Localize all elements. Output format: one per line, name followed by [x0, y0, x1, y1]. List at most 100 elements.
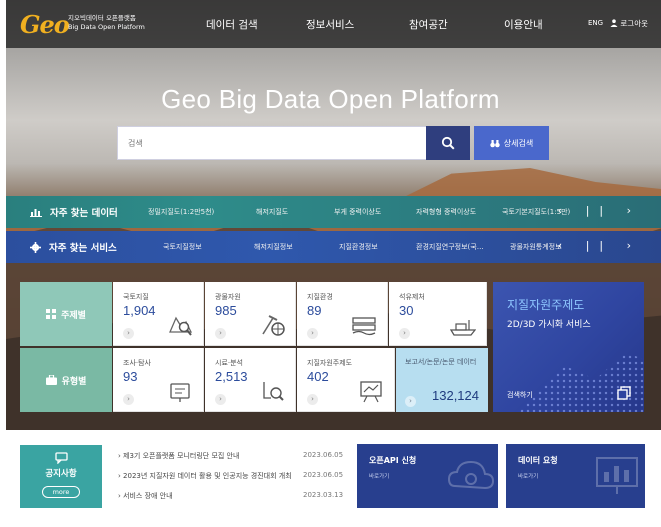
- search-icon: [441, 136, 455, 150]
- frequent-data-item[interactable]: 정밀지질도(1:2만5천): [148, 207, 214, 217]
- frequent-data-label: 자주 찾는 데이터: [50, 208, 118, 219]
- advanced-search-button[interactable]: 상세검색: [474, 126, 549, 160]
- chevron-right-icon[interactable]: ›: [307, 394, 318, 405]
- bar-chart-icon: [30, 209, 42, 217]
- category-theme-label: 주제별: [61, 310, 86, 321]
- report-card-count: 132,124: [432, 388, 479, 403]
- promo-link[interactable]: 검색하기: [507, 390, 533, 400]
- frequent-service-item[interactable]: 광물자원통계정보: [510, 242, 562, 252]
- card-label: 지질환경: [307, 293, 333, 301]
- chevron-right-icon[interactable]: ›: [123, 328, 134, 339]
- chevron-right-icon[interactable]: ›: [215, 394, 226, 405]
- card-label: 지질자원주제도: [307, 359, 353, 367]
- language-toggle[interactable]: ENG: [588, 19, 603, 27]
- theme-card-petroleum[interactable]: 석유제처 30 ›: [389, 282, 487, 346]
- search-box: [117, 126, 427, 160]
- copy-icon[interactable]: [617, 386, 631, 400]
- logo-line-english: Big Data Open Platform: [68, 23, 145, 31]
- card-count: 93: [123, 369, 138, 384]
- category-type[interactable]: 유형별: [20, 348, 112, 412]
- card-label: 광물자원: [215, 293, 241, 301]
- card-count: 402: [307, 369, 329, 384]
- frequent-services-label: 자주 찾는 서비스: [49, 243, 117, 254]
- type-card-theme-map[interactable]: 지질자원주제도 402 ›: [297, 348, 395, 412]
- frequent-data-item[interactable]: 해저지질도: [256, 207, 288, 217]
- data-request-card[interactable]: 데이터 요청 바로가기: [506, 444, 645, 508]
- notice-item-date: 2023.06.05: [301, 451, 344, 459]
- card-count: 89: [307, 303, 322, 318]
- notice-list: › 제3기 오픈플랫폼 모니터링단 모집 안내 2023.06.05 › 202…: [118, 451, 348, 511]
- binoculars-icon: [490, 139, 500, 147]
- chevron-right-icon[interactable]: ›: [215, 328, 226, 339]
- logo-mark: Geo: [20, 10, 70, 39]
- cloud-gear-icon: [447, 460, 495, 490]
- report-card-label: 보고서/논문/논문 데이터: [405, 358, 477, 366]
- frequent-services-bar: 자주 찾는 서비스 국토지질정보 해저지질정보 지질환경정보 환경지질연구정보(…: [6, 231, 661, 263]
- search-button[interactable]: [426, 126, 470, 160]
- category-type-label: 유형별: [61, 376, 87, 387]
- frequent-services-carousel-controls[interactable]: ‹ || ›: [558, 239, 641, 252]
- notice-item-title: › 2023년 지질자원 데이터 활용 및 인공지능 경진대회 개최: [118, 472, 292, 480]
- promo-title: 지질자원주제도: [507, 298, 585, 312]
- theme-card-national-geology[interactable]: 국토지질 1,904 ›: [113, 282, 204, 346]
- theme-card-geo-environment[interactable]: 지질환경 89 ›: [297, 282, 388, 346]
- notice-box[interactable]: 공지사항 more: [20, 445, 102, 508]
- frequent-data-item[interactable]: 부게 중력이상도: [334, 207, 381, 217]
- notice-item-title: › 서비스 장애 안내: [118, 492, 173, 500]
- chat-bubble-icon: [55, 452, 68, 464]
- oil-ship-icon: [450, 320, 476, 336]
- menu-participation[interactable]: 참여공간: [409, 17, 448, 32]
- card-label: 조사·탐사: [123, 359, 151, 367]
- user-icon: [610, 19, 618, 27]
- frequent-service-item[interactable]: 해저지질정보: [254, 242, 293, 252]
- chevron-right-icon[interactable]: ›: [123, 394, 134, 405]
- frequent-data-carousel-controls[interactable]: ‹ || ›: [558, 204, 641, 217]
- category-theme[interactable]: 주제별: [20, 282, 112, 346]
- menu-data-search[interactable]: 데이터 검색: [206, 17, 258, 32]
- top-navigation: Geo 지오빅데이터 오픈플랫폼 Big Data Open Platform …: [6, 0, 661, 48]
- type-card-sample-analysis[interactable]: 시료·분석 2,513 ›: [205, 348, 296, 412]
- frequent-data-item[interactable]: 자력형형 중력이상도: [416, 207, 476, 217]
- frequent-data-title: 자주 찾는 데이터: [30, 196, 118, 228]
- frequent-service-item[interactable]: 국토지질정보: [163, 242, 202, 252]
- notice-item[interactable]: › 2023년 지질자원 데이터 활용 및 인공지능 경진대회 개최 2023.…: [118, 471, 348, 491]
- open-api-sub: 바로가기: [369, 474, 390, 480]
- search-input[interactable]: [118, 127, 426, 159]
- type-card-survey[interactable]: 조사·탐사 93 ›: [113, 348, 204, 412]
- open-api-request-card[interactable]: 오픈API 신청 바로가기: [357, 444, 498, 508]
- promo-theme-map-visualization[interactable]: 지질자원주제도 2D/3D 가시화 서비스 검색하기: [493, 282, 644, 412]
- logout-button[interactable]: 로그아웃: [610, 18, 648, 29]
- card-label: 시료·분석: [215, 359, 243, 367]
- grid-icon: [46, 309, 57, 319]
- chevron-right-icon[interactable]: ›: [307, 328, 318, 339]
- monitor-chart-icon: [596, 457, 638, 494]
- frequent-service-item[interactable]: 환경지질연구정보(국…: [416, 242, 484, 252]
- chevron-right-icon[interactable]: ›: [405, 396, 416, 407]
- menu-info-service[interactable]: 정보서비스: [306, 17, 354, 32]
- logo[interactable]: Geo: [20, 10, 70, 39]
- theme-map-board-icon: [360, 381, 382, 403]
- theme-card-mineral[interactable]: 광물자원 985 ›: [205, 282, 296, 346]
- logo-text[interactable]: 지오빅데이터 오픈플랫폼 Big Data Open Platform: [68, 14, 145, 32]
- notice-item[interactable]: › 서비스 장애 안내 2023.03.13: [118, 491, 348, 511]
- sample-analysis-icon: [263, 382, 284, 401]
- survey-device-icon: [170, 383, 190, 402]
- data-request-title: 데이터 요청: [518, 456, 558, 465]
- card-count: 30: [399, 303, 414, 318]
- report-paper-data-card[interactable]: 보고서/논문/논문 데이터 › 132,124: [396, 348, 488, 412]
- promo-subtitle: 2D/3D 가시화 서비스: [507, 320, 591, 330]
- gear-icon: [30, 241, 41, 253]
- logo-line-korean: 지오빅데이터 오픈플랫폼: [68, 14, 136, 22]
- notice-title: 공지사항: [45, 469, 77, 479]
- notice-more-button[interactable]: more: [42, 486, 80, 498]
- chevron-right-icon[interactable]: ›: [399, 328, 410, 339]
- frequent-service-item[interactable]: 지질환경정보: [339, 242, 378, 252]
- menu-guide[interactable]: 이용안내: [504, 17, 543, 32]
- notice-item[interactable]: › 제3기 오픈플랫폼 모니터링단 모집 안내 2023.06.05: [118, 451, 348, 471]
- card-label: 국토지질: [123, 293, 149, 301]
- frequent-services-title: 자주 찾는 서비스: [30, 231, 117, 263]
- notice-item-date: 2023.03.13: [301, 491, 344, 499]
- advanced-search-label: 상세검색: [503, 138, 534, 148]
- environment-layers-icon: [352, 317, 376, 336]
- card-count: 1,904: [123, 303, 156, 318]
